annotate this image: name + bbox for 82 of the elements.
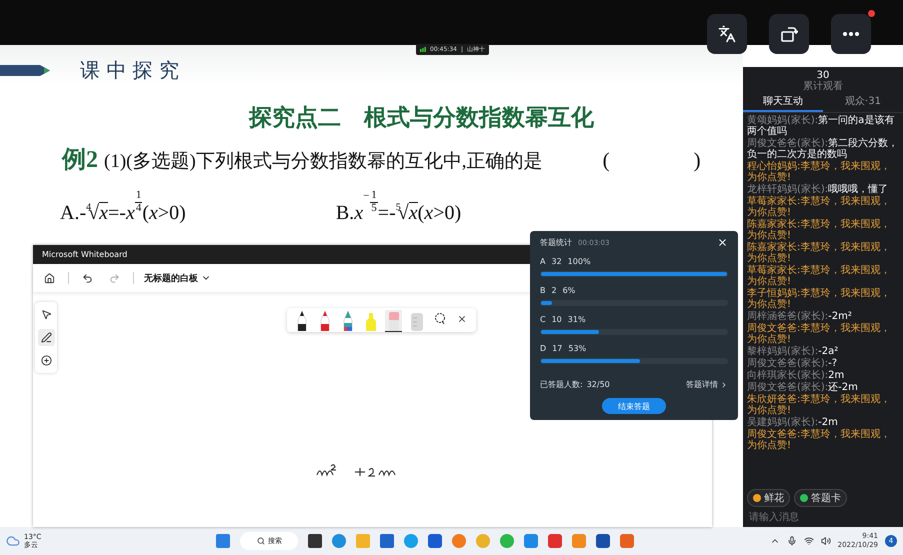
- option-letter: C: [540, 315, 546, 324]
- chat-message: 周俊文爸爸(家长):第二段六分数，负一的二次方是的数吗: [747, 138, 899, 160]
- panel-title: 答题统计: [540, 237, 572, 248]
- answer-bracket: ): [694, 148, 701, 173]
- math-text: (x>0): [142, 202, 186, 225]
- flower-button[interactable]: 鲜花: [747, 489, 790, 507]
- rotate-icon: [780, 25, 798, 43]
- volume-icon[interactable]: [820, 536, 831, 546]
- sidebar-tab[interactable]: 聊天互动: [743, 92, 823, 112]
- option-letter: B: [540, 286, 546, 295]
- math-text: A.-: [60, 202, 86, 225]
- math-text: =-x: [108, 202, 135, 225]
- chat-message: 周俊文爸爸(家长):-?: [747, 358, 838, 369]
- math-text: B.x: [336, 202, 364, 225]
- more-icon: [843, 32, 859, 36]
- answer-count: 32: [551, 257, 562, 266]
- board-name-dropdown[interactable]: 无标题的白板: [144, 272, 211, 284]
- rotate-button[interactable]: [769, 14, 809, 54]
- chat-message: 黄颂妈妈(家长):第一问的a是该有两个值吗: [747, 115, 896, 137]
- chat-message: 吴建妈妈(家长):-2m: [747, 417, 839, 428]
- chevron-right-icon: [720, 380, 728, 388]
- pen-icon: [40, 332, 52, 343]
- answer-bracket: (: [602, 148, 610, 173]
- option-letter: A: [540, 257, 546, 266]
- answer-count: 10: [552, 315, 562, 324]
- wifi-icon[interactable]: [804, 536, 814, 546]
- chat-message: 周梓涵爸爸(家长):-2m²: [747, 311, 853, 322]
- cheer-message: 李子恒妈妈:李慧玲，我来围观，为你点赞!: [747, 288, 892, 310]
- answer-percent: 31%: [568, 315, 586, 324]
- pointer-icon: [40, 309, 52, 320]
- cheer-message: 草莓家家长:李慧玲，我来围观，为你点赞!: [747, 196, 892, 218]
- answer-percent: 53%: [568, 344, 586, 353]
- option-letter: D: [540, 344, 546, 353]
- redo-icon: [109, 272, 120, 284]
- chat-message: 向梓琪家长(家长):2m: [747, 370, 846, 381]
- question-text: (1)(多选题)下列根式与分数指数幂的互化中,正确的是: [104, 150, 543, 174]
- fraction-exponent: − 1 5: [363, 190, 378, 214]
- close-icon: [717, 237, 728, 248]
- search-icon: [256, 537, 265, 545]
- fraction-exponent: 1 4: [134, 190, 142, 214]
- viewer-count: 30: [816, 70, 830, 81]
- radical-expression: $^{5}$√x: [396, 202, 418, 225]
- slide-title: 探究点二 根式与分数指数幂互化: [249, 104, 594, 133]
- cheer-message: 程心怡妈妈:李慧玲，我来围观，为你点赞!: [747, 161, 892, 183]
- details-link[interactable]: 答题详情: [686, 379, 728, 390]
- close-button[interactable]: [717, 237, 728, 248]
- message-input[interactable]: 请输入消息: [747, 511, 899, 524]
- chat-message: 黎梓妈妈(家长):-2a²: [747, 346, 840, 357]
- home-icon: [44, 272, 55, 284]
- add-icon: [40, 355, 52, 366]
- cheer-message: 周俊文爸爸:李慧玲，我来围观，为你点赞!: [747, 323, 892, 345]
- microphone-icon[interactable]: [786, 536, 797, 546]
- end-answering-button[interactable]: 结束答题: [602, 398, 666, 414]
- answer-count: 2: [552, 286, 557, 295]
- translate-icon: [718, 25, 736, 43]
- arrow-banner: [0, 65, 50, 76]
- cloud-icon: [6, 534, 20, 548]
- cheer-message: 周俊文爸爸:李慧玲，我来围观，为你点赞!: [747, 429, 892, 451]
- radical-expression: $^{4}$√x: [86, 202, 108, 225]
- answered-count: 32/50: [586, 380, 610, 389]
- chat-message: 周俊文爸爸(家长):还-2m: [747, 382, 859, 393]
- cheer-message: 陈嘉家家长:李慧玲，我来围观，为你点赞!: [747, 242, 892, 264]
- undo-icon: [82, 272, 93, 284]
- section-heading: 课 中 探 究: [80, 57, 180, 84]
- example-label: 例2: [62, 146, 98, 175]
- answered-label: 已答题人数:: [540, 379, 583, 390]
- cheer-message: 朱欣妍爸爸:李慧玲，我来围观，为你点赞!: [747, 394, 892, 416]
- cheer-message: 陈嘉家家长:李慧玲，我来围观，为你点赞!: [747, 219, 892, 241]
- card-button[interactable]: 答题卡: [794, 489, 847, 507]
- signal-icon: [420, 47, 426, 52]
- chat-message: 龙梓轩妈妈(家长):哦哦哦，懂了: [747, 184, 890, 195]
- sidebar-tab[interactable]: 观众·31: [823, 92, 903, 112]
- cheer-message: 草莓家家长:李慧玲，我来围观，为你点赞!: [747, 265, 892, 287]
- pen-tool-button[interactable]: [38, 329, 54, 346]
- subtitle-button[interactable]: [707, 14, 747, 54]
- answer-percent: 6%: [562, 286, 576, 295]
- viewer-label: 累计观看: [803, 81, 843, 92]
- answer-percent: 100%: [568, 257, 591, 266]
- answer-count: 17: [552, 344, 562, 353]
- math-text: (x>0): [418, 202, 462, 225]
- math-text: =-: [378, 202, 396, 225]
- close-icon: [457, 314, 467, 324]
